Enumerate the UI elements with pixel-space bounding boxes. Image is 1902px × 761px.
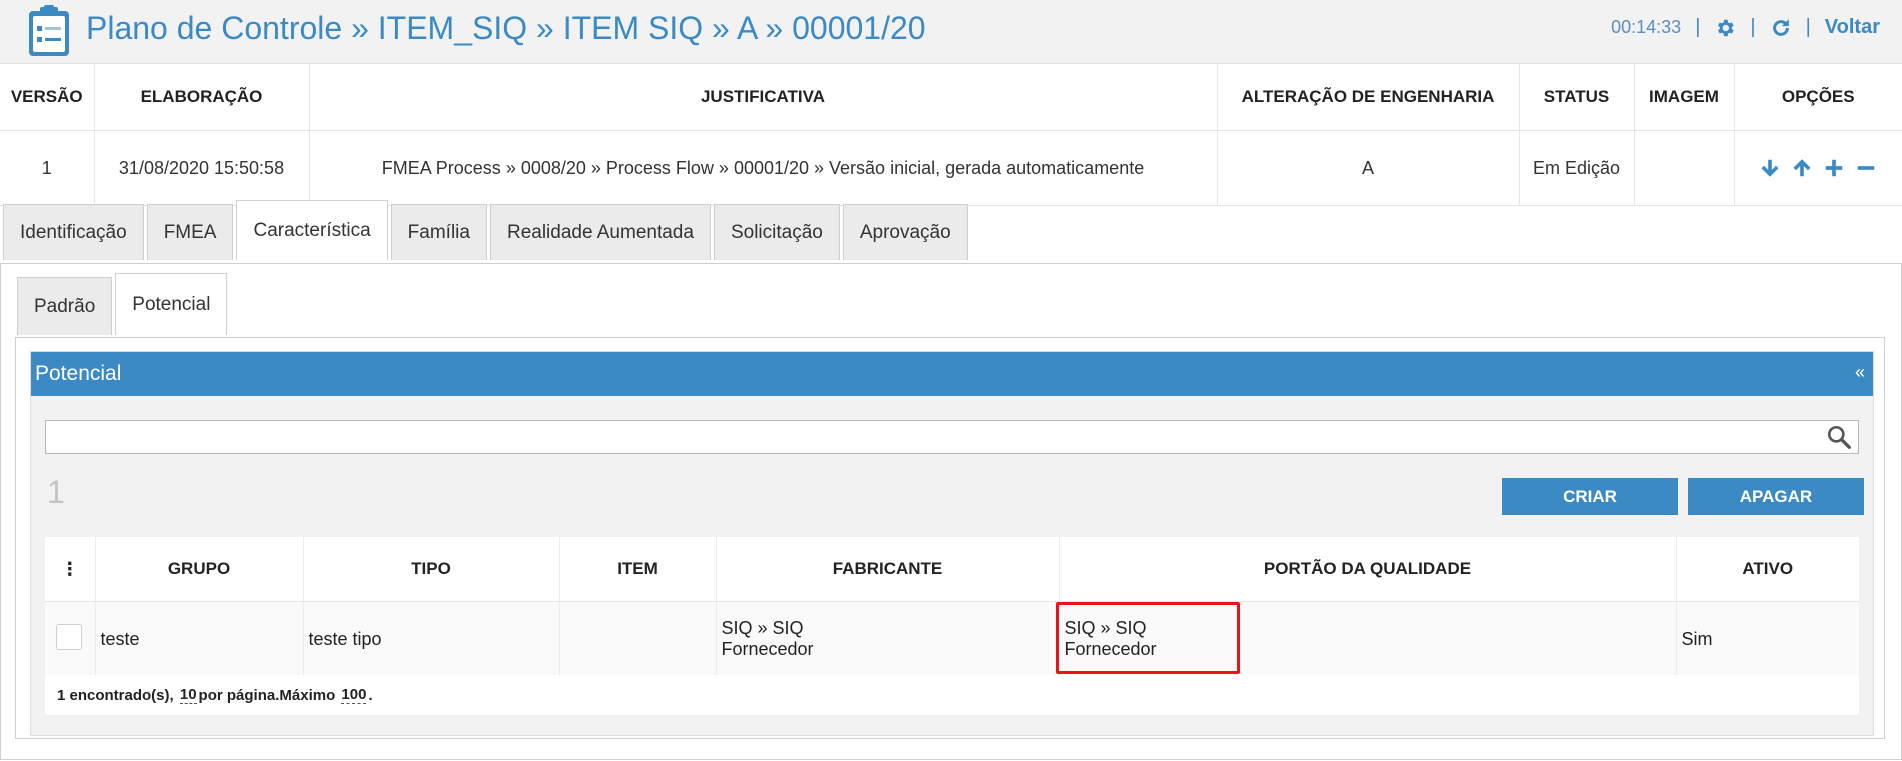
tab-identificacao[interactable]: Identificação bbox=[3, 204, 144, 260]
col-opcoes: OPÇÕES bbox=[1734, 64, 1902, 131]
fabricante-line-2: Fornecedor bbox=[721, 639, 814, 659]
tab-familia[interactable]: Família bbox=[390, 204, 487, 260]
result-count: 1 bbox=[47, 474, 65, 510]
col-elaboracao: ELABORAÇÃO bbox=[94, 64, 310, 131]
search-box bbox=[45, 420, 1859, 454]
potencial-section: Potencial « 1 CRIAR APAGAR ⋮ GRUPO TIPO … bbox=[30, 351, 1874, 736]
col-portao-qualidade: PORTÃO DA QUALIDADE bbox=[1059, 537, 1677, 602]
col-alteracao-engenharia: ALTERAÇÃO DE ENGENHARIA bbox=[1217, 64, 1520, 131]
clipboard-icon bbox=[29, 5, 69, 56]
sub-tabs: Padrão Potencial bbox=[17, 273, 228, 335]
tab-padrao[interactable]: Padrão bbox=[17, 277, 113, 335]
arrow-down-icon[interactable] bbox=[1759, 157, 1781, 179]
col-ativo: ATIVO bbox=[1676, 537, 1859, 602]
per-page-selector[interactable]: 10 bbox=[179, 686, 197, 704]
cell-tipo: teste tipo bbox=[303, 601, 560, 676]
column-menu-icon[interactable]: ⋮ bbox=[45, 537, 96, 602]
footer-end: . bbox=[368, 686, 373, 704]
section-title: Potencial bbox=[35, 362, 122, 385]
found-count-text: 1 encontrado(s), bbox=[57, 686, 174, 704]
arrow-up-icon[interactable] bbox=[1791, 157, 1813, 179]
justification-text: FMEA Process » 0008/20 » Process Flow » … bbox=[309, 130, 1218, 206]
minus-icon[interactable] bbox=[1855, 157, 1877, 179]
header-actions: 00:14:33 | | | Voltar bbox=[1611, 16, 1880, 39]
cell-grupo: teste bbox=[95, 601, 304, 676]
back-link[interactable]: Voltar bbox=[1825, 16, 1880, 39]
cell-ativo: Sim bbox=[1676, 601, 1859, 676]
image-cell bbox=[1634, 130, 1735, 206]
plus-icon[interactable] bbox=[1823, 157, 1845, 179]
tab-aprovacao[interactable]: Aprovação bbox=[842, 204, 968, 260]
tab-potencial[interactable]: Potencial bbox=[115, 273, 228, 335]
status-text: Em Edição bbox=[1519, 130, 1635, 206]
col-grupo: GRUPO bbox=[95, 537, 304, 602]
tab-caracteristica[interactable]: Característica bbox=[236, 200, 388, 260]
cell-fabricante: SIQ » SIQ Fornecedor bbox=[716, 601, 1060, 676]
session-timer: 00:14:33 bbox=[1611, 17, 1682, 37]
highlight-box bbox=[1055, 602, 1240, 674]
row-checkbox[interactable] bbox=[56, 623, 83, 650]
fabricante-line-1: SIQ » SIQ bbox=[721, 618, 804, 638]
search-icon[interactable] bbox=[1826, 424, 1852, 450]
create-button[interactable]: CRIAR bbox=[1502, 478, 1678, 515]
separator: | bbox=[1695, 16, 1701, 38]
col-justificativa: JUSTIFICATIVA bbox=[309, 64, 1218, 131]
version-number: 1 bbox=[0, 130, 95, 206]
table-row: 1 31/08/2020 15:50:58 FMEA Process » 000… bbox=[0, 130, 1902, 206]
per-page-text: por página.Máximo bbox=[198, 686, 336, 704]
table-row[interactable]: teste teste tipo SIQ » SIQ Fornecedor SI… bbox=[45, 601, 1859, 676]
col-item: ITEM bbox=[559, 537, 717, 602]
breadcrumb: Plano de Controle » ITEM_SIQ » ITEM SIQ … bbox=[86, 10, 926, 46]
tab-fmea[interactable]: FMEA bbox=[146, 204, 234, 260]
pagination-footer: 1 encontrado(s), 10 por página.Máximo 100… bbox=[45, 675, 1859, 715]
separator: | bbox=[1750, 16, 1756, 38]
cell-item bbox=[559, 601, 717, 676]
delete-button[interactable]: APAGAR bbox=[1688, 478, 1864, 515]
collapse-icon[interactable]: « bbox=[1855, 362, 1865, 383]
gear-icon[interactable] bbox=[1714, 17, 1736, 39]
cell-portao-qualidade: SIQ » SIQ Fornecedor bbox=[1055, 601, 1677, 676]
top-bar: Plano de Controle » ITEM_SIQ » ITEM SIQ … bbox=[0, 0, 1902, 64]
col-fabricante: FABRICANTE bbox=[716, 537, 1060, 602]
col-status: STATUS bbox=[1519, 64, 1635, 131]
subtab-panel: Potencial « 1 CRIAR APAGAR ⋮ GRUPO TIPO … bbox=[15, 337, 1885, 739]
row-select-cell bbox=[45, 601, 96, 676]
section-header: Potencial « bbox=[31, 352, 1873, 396]
options-cell bbox=[1734, 130, 1902, 206]
engineering-change: A bbox=[1217, 130, 1520, 206]
separator: | bbox=[1805, 16, 1811, 38]
max-selector[interactable]: 100 bbox=[341, 686, 367, 704]
col-imagem: IMAGEM bbox=[1634, 64, 1735, 131]
elaboration-date: 31/08/2020 15:50:58 bbox=[94, 130, 310, 206]
col-tipo: TIPO bbox=[303, 537, 560, 602]
potencial-grid: ⋮ GRUPO TIPO ITEM FABRICANTE PORTÃO DA Q… bbox=[45, 537, 1859, 676]
tab-realidade-aumentada[interactable]: Realidade Aumentada bbox=[489, 204, 711, 260]
main-tabs: Identificação FMEA Característica Famíli… bbox=[3, 200, 968, 260]
tab-panel: Padrão Potencial Potencial « 1 CRIAR APA… bbox=[0, 263, 1902, 760]
search-input[interactable] bbox=[52, 421, 1816, 453]
refresh-icon[interactable] bbox=[1770, 17, 1792, 39]
kebab-menu-icon[interactable]: ⋮ bbox=[61, 559, 79, 579]
tab-solicitacao[interactable]: Solicitação bbox=[713, 204, 840, 260]
version-table: VERSÃO ELABORAÇÃO JUSTIFICATIVA ALTERAÇÃ… bbox=[0, 64, 1902, 206]
col-versao: VERSÃO bbox=[0, 64, 95, 131]
